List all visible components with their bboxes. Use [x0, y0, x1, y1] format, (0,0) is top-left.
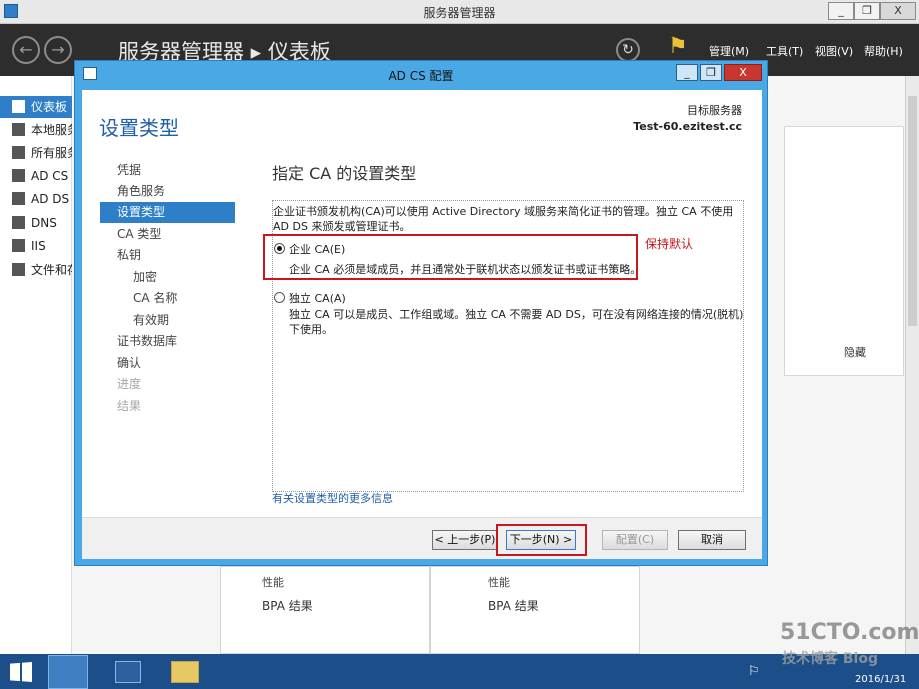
target-server-label: 目标服务器	[687, 104, 742, 117]
more-info-link[interactable]: 有关设置类型的更多信息	[272, 490, 393, 506]
sidebar-item-dns[interactable]: DNS	[0, 212, 72, 234]
standalone-ca-label[interactable]: 独立 CA(A)	[289, 290, 346, 306]
folder-icon[interactable]	[171, 661, 199, 683]
annotation-text: 保持默认	[645, 237, 694, 251]
annotation-box-enterprise	[263, 234, 638, 280]
menu-tools[interactable]: 工具(T)	[766, 43, 803, 59]
sidebar: 仪表板 本地服务器 所有服务器 AD CS AD DS DNS IIS 文件和存…	[0, 76, 72, 654]
sidebar-item-file-storage[interactable]: 文件和存储服务	[0, 259, 72, 281]
back-button[interactable]: ←	[12, 36, 40, 64]
step-results: 结果	[117, 399, 142, 413]
scrollbar-thumb[interactable]	[908, 96, 917, 326]
step-ca-name[interactable]: CA 名称	[100, 288, 235, 309]
sidebar-item-local-server[interactable]: 本地服务器	[0, 119, 72, 141]
dialog-title: AD CS 配置	[388, 69, 454, 83]
dialog-body: 设置类型 目标服务器 Test-60.ezitest.cc 凭据 角色服务 设置…	[82, 90, 762, 559]
menu-manage[interactable]: 管理(M)	[709, 43, 749, 59]
annotation-box-next	[496, 524, 587, 556]
minimize-button[interactable]: _	[828, 2, 854, 20]
previous-button[interactable]: < 上一步(P)	[432, 530, 498, 550]
setup-type-description: 企业证书颁发机构(CA)可以使用 Active Directory 域服务来简化…	[273, 205, 734, 233]
dialog-restore-button[interactable]: ❐	[700, 64, 722, 81]
tray-flag-icon[interactable]: ⚐	[748, 664, 760, 679]
menu-view[interactable]: 视图(V)	[815, 43, 853, 59]
step-cryptography[interactable]: 加密	[100, 267, 235, 288]
sidebar-item-dashboard[interactable]: 仪表板	[0, 96, 72, 118]
target-server-name: Test-60.ezitest.cc	[633, 120, 742, 133]
tile2-bpa[interactable]: BPA 结果	[488, 597, 539, 614]
dialog-title-bar: AD CS 配置 _ ❐ X	[75, 61, 767, 87]
watermark-sub: 技术博客 Blog	[782, 651, 878, 667]
date-label: 2016/1/31	[855, 674, 907, 685]
cancel-button[interactable]: 取消	[678, 530, 746, 550]
sidebar-item-all-servers[interactable]: 所有服务器	[0, 142, 72, 164]
iis-icon	[12, 239, 25, 252]
watermark-logo: 51CTO.com	[780, 620, 919, 645]
step-private-key[interactable]: 私钥	[100, 245, 235, 266]
sidebar-item-adds[interactable]: AD DS	[0, 188, 72, 210]
restore-button[interactable]: ❐	[854, 2, 880, 20]
directory-icon	[12, 192, 25, 205]
sidebar-item-iis[interactable]: IIS	[0, 235, 72, 257]
tile1-bpa[interactable]: BPA 结果	[262, 597, 313, 614]
configure-button: 配置(C)	[602, 530, 668, 550]
tile2-perf: 性能	[488, 576, 510, 589]
step-cert-database[interactable]: 证书数据库	[100, 331, 235, 352]
window-title-bar: 服务器管理器 _ ❐ X	[0, 0, 919, 24]
start-icon[interactable]	[10, 662, 32, 682]
step-credentials[interactable]: 凭据	[100, 160, 235, 181]
step-ca-type[interactable]: CA 类型	[100, 224, 235, 245]
powershell-icon[interactable]	[115, 661, 141, 683]
section-heading: 指定 CA 的设置类型	[272, 164, 417, 183]
forward-button[interactable]: →	[44, 36, 72, 64]
certificate-icon	[12, 169, 25, 182]
standalone-ca-desc: 独立 CA 可以是成员、工作组或域。独立 CA 不需要 AD DS，可在没有网络…	[289, 308, 744, 336]
refresh-icon[interactable]: ↻	[616, 38, 640, 62]
menu-help[interactable]: 帮助(H)	[864, 43, 903, 59]
standalone-ca-radio[interactable]	[274, 292, 285, 303]
adcs-config-dialog: AD CS 配置 _ ❐ X 设置类型 目标服务器 Test-60.ezites…	[74, 60, 768, 566]
close-button[interactable]: X	[880, 2, 916, 20]
dashboard-panel	[784, 126, 904, 376]
step-progress: 进度	[117, 377, 142, 391]
dialog-footer: < 上一步(P) 下一步(N) > 配置(C) 取消	[82, 517, 762, 559]
step-setup-type[interactable]: 设置类型	[100, 202, 235, 223]
flag-icon[interactable]: ⚑	[668, 34, 688, 59]
hide-link[interactable]: 隐藏	[844, 344, 866, 360]
step-confirmation[interactable]: 确认	[100, 353, 235, 374]
scrollbar[interactable]	[905, 76, 919, 654]
server-tile-1[interactable]	[220, 566, 430, 654]
dashboard-icon	[12, 100, 25, 113]
page-title: 设置类型	[99, 116, 179, 140]
dialog-close-button[interactable]: X	[724, 64, 762, 81]
window-title: 服务器管理器	[423, 6, 496, 20]
step-validity[interactable]: 有效期	[100, 310, 235, 331]
dialog-minimize-button[interactable]: _	[676, 64, 698, 81]
tile1-perf: 性能	[262, 576, 284, 589]
dns-icon	[12, 216, 25, 229]
server-icon	[12, 123, 25, 136]
step-role-services[interactable]: 角色服务	[100, 181, 235, 202]
storage-icon	[12, 263, 25, 276]
sidebar-item-adcs[interactable]: AD CS	[0, 165, 72, 187]
servers-icon	[12, 146, 25, 159]
server-manager-taskbar-icon[interactable]	[48, 655, 88, 689]
